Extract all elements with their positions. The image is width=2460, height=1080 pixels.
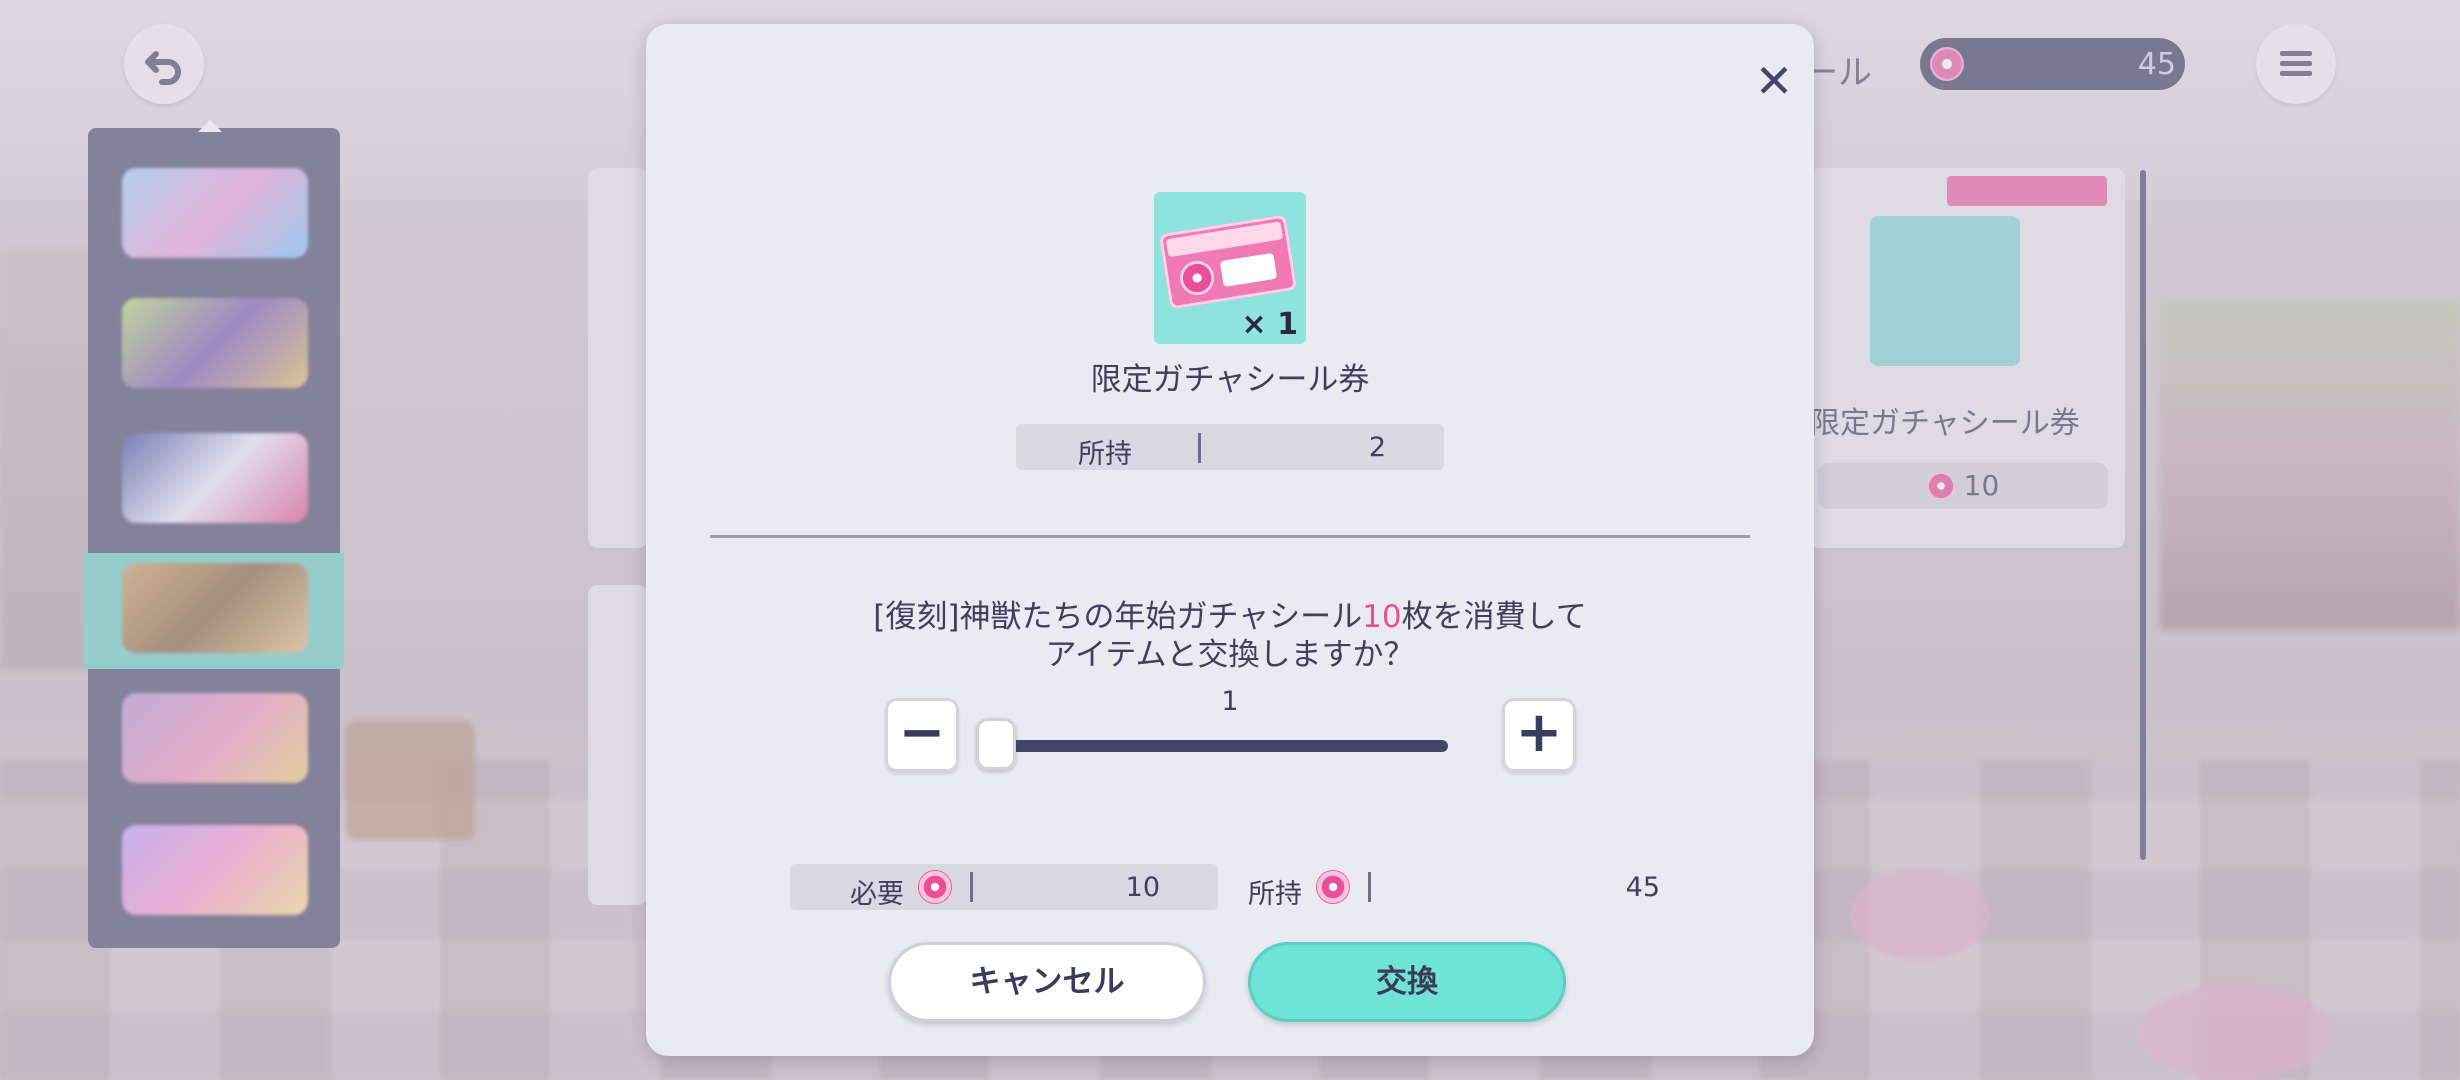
question-count: 10 <box>1362 599 1402 635</box>
required-cost-row: 必要 10 <box>790 864 1218 910</box>
question-prefix: [復刻]神獣たちの年始ガチャシール <box>873 599 1363 635</box>
ticket-coin <box>1177 258 1217 298</box>
item-icon: × 1 <box>1154 192 1306 344</box>
gacha-ticket-icon <box>1158 214 1298 310</box>
owned-stickers-label: 所持 <box>1248 879 1302 910</box>
question-line-2: アイテムと交換しますか？ <box>1045 637 1415 673</box>
item-quantity: × 1 <box>1241 307 1298 342</box>
owned-count-row: 所持 2 <box>1016 424 1444 470</box>
owned-value: 2 <box>1368 432 1386 463</box>
item-name: 限定ガチャシール券 <box>1090 362 1370 398</box>
quantity-slider[interactable] <box>978 740 1448 752</box>
owned-stickers-value: 45 <box>1625 872 1660 903</box>
close-icon: ✕ <box>1754 54 1794 108</box>
question-suffix: 枚を消費して <box>1401 599 1587 635</box>
exchange-question: [復刻]神獣たちの年始ガチャシール10枚を消費して アイテムと交換しますか？ <box>646 598 1814 674</box>
separator <box>970 872 973 902</box>
required-value: 10 <box>1125 872 1160 903</box>
divider <box>710 535 1750 538</box>
separator <box>1198 433 1201 463</box>
ticket-label <box>1219 252 1278 287</box>
cancel-button[interactable]: キャンセル <box>888 942 1206 1022</box>
owned-stickers-row: 所持 45 <box>1248 864 1668 910</box>
question-line-1: [復刻]神獣たちの年始ガチャシール10枚を消費して <box>646 598 1814 636</box>
close-button[interactable]: ✕ <box>1753 58 1795 104</box>
sticker-coin-icon <box>918 870 952 904</box>
quantity-value: 1 <box>1221 686 1239 717</box>
exchange-button[interactable]: 交換 <box>1248 942 1566 1022</box>
exchange-dialog: ✕ × 1 限定ガチャシール券 所持 2 [復刻]神獣たちの年始ガチャシール10… <box>646 24 1814 1056</box>
required-label: 必要 <box>850 879 904 910</box>
ticket-header <box>1165 221 1284 258</box>
plus-icon: + <box>1515 700 1563 765</box>
increase-button[interactable]: + <box>1502 698 1576 772</box>
separator <box>1368 872 1371 902</box>
owned-label: 所持 <box>1078 439 1132 470</box>
quantity-slider-handle[interactable] <box>976 718 1016 770</box>
sticker-coin-icon <box>1316 870 1350 904</box>
